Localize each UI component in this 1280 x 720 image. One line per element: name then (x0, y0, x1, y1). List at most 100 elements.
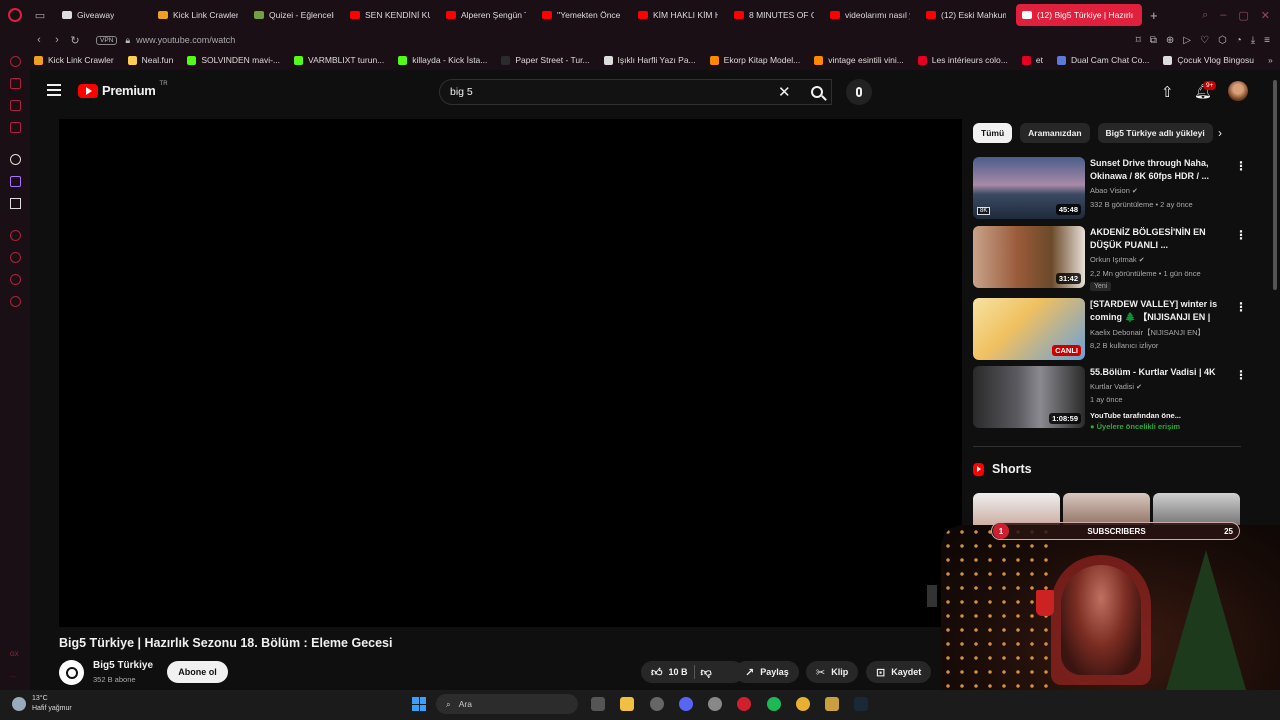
new-tab-button[interactable]: + (1150, 8, 1158, 23)
channel-name[interactable]: Big5 Türkiye (93, 660, 153, 671)
sidebar-twitch-icon[interactable] (10, 176, 21, 187)
chips-next-chevron-icon[interactable]: › (1218, 126, 1222, 140)
video-thumbnail[interactable]: 8K 45:48 (973, 157, 1085, 219)
clear-search-icon[interactable]: ✕ (778, 83, 791, 101)
snapshot-icon[interactable]: ⧉ (1150, 35, 1157, 46)
more-actions-kebab-icon[interactable]: ⋮ (1235, 368, 1247, 382)
bookmark-item[interactable]: SOLVINDEN mavi-... (187, 55, 280, 65)
voice-search-button[interactable] (846, 79, 872, 105)
bookmark-item[interactable]: Işıklı Harfli Yazı Pa... (603, 55, 696, 65)
url-field[interactable]: www.youtube.com/watch (136, 35, 235, 45)
browser-tab[interactable]: SEN KENDİNİ KU (344, 4, 436, 26)
windows-start-icon[interactable] (412, 697, 426, 711)
browser-tab[interactable]: Giveaway (56, 4, 148, 26)
bookmark-item[interactable]: killayda - Kick İsta... (398, 55, 487, 65)
sidebar-settings-icon[interactable] (10, 296, 21, 307)
weather-widget[interactable]: 13°C Hafif yağmur (12, 694, 72, 714)
bookmark-item[interactable]: Çocuk Vlog Bingosu (1163, 55, 1254, 65)
chrome-icon[interactable] (796, 697, 810, 711)
recommended-video[interactable]: 8K 45:48 Sunset Drive through Naha, Okinaw… (973, 157, 1253, 221)
app-icon[interactable] (708, 697, 722, 711)
browser-tab[interactable]: (12) Eski Mahkum (920, 4, 1012, 26)
create-upload-icon[interactable]: ⇧ (1161, 83, 1174, 101)
bookmark-item[interactable]: vintage esintili vini... (814, 55, 904, 65)
browser-tab[interactable]: (12) Big5 Türkiye | Hazırlı (1016, 4, 1142, 26)
filter-chip[interactable]: Aramanızdan (1020, 123, 1090, 143)
browser-tab[interactable]: Quizei - Eğlenceli (248, 4, 340, 26)
bookmark-item[interactable]: Dual Cam Chat Co... (1056, 55, 1149, 65)
channel-avatar[interactable] (59, 660, 84, 685)
bookmarks-more-chevron-icon[interactable]: » (1268, 55, 1280, 65)
opera-gx-icon[interactable] (737, 697, 751, 711)
video-thumbnail[interactable]: 1:08:59 (973, 366, 1085, 428)
sidebar-bookmarks-icon[interactable] (10, 274, 21, 285)
reload-button[interactable]: ↻ (66, 34, 84, 47)
browser-tab[interactable]: Alperen Şengün T (440, 4, 532, 26)
bookmark-item[interactable]: et (1021, 55, 1043, 65)
filter-chip[interactable]: Tümü (973, 123, 1013, 143)
recommended-channel-name[interactable]: Kurtlar Vadisi ✔︎ (1090, 382, 1142, 391)
more-actions-kebab-icon[interactable]: ⋮ (1235, 159, 1247, 173)
recommended-video-title[interactable]: [STARDEW VALLEY] winter is coming 🌲 【NIJ… (1090, 298, 1220, 324)
recommended-video-title[interactable]: Sunset Drive through Naha, Okinawa / 8K … (1090, 157, 1220, 183)
subscribe-button[interactable]: Abone ol (167, 661, 228, 683)
hamburger-menu-icon[interactable] (47, 84, 61, 96)
close-window-button[interactable]: ✕ (1261, 9, 1270, 22)
browser-tab[interactable]: Kick Link Crawler (152, 4, 244, 26)
filter-chip[interactable]: Big5 Türkiye adlı yükleyi (1097, 123, 1213, 143)
recommended-channel-name[interactable]: Abao Vision ✔︎ (1090, 186, 1138, 195)
recommended-channel-name[interactable]: Orkun Işıtmak ✔︎ (1090, 255, 1145, 264)
download-icon[interactable]: ⤓ (1251, 35, 1255, 46)
sidebar-messenger-icon[interactable] (10, 56, 21, 67)
back-button[interactable]: ‹ (30, 34, 48, 46)
browser-tab[interactable]: KİM HAKLI KİM H (632, 4, 724, 26)
more-actions-kebab-icon[interactable]: ⋮ (1235, 300, 1247, 314)
cube-icon[interactable]: ⬡ (1218, 35, 1227, 46)
bookmark-item[interactable]: Paper Street - Tur... (501, 55, 590, 65)
share-button[interactable]: ↗ Paylaş (735, 661, 799, 683)
steam-icon[interactable] (854, 697, 868, 711)
bookmark-item[interactable]: Les intérieurs colo... (917, 55, 1008, 65)
search-button[interactable] (800, 79, 834, 105)
clip-button[interactable]: ✂ Klip (806, 661, 859, 683)
bookmark-item[interactable]: Neal.fun (127, 55, 173, 65)
tab-overview-icon[interactable]: ▭ (30, 0, 50, 30)
task-view-icon[interactable] (591, 697, 605, 711)
video-thumbnail[interactable]: CANLI (973, 298, 1085, 360)
recommended-channel-name[interactable]: Kaelix Debonair【NIJISANJI EN】 (1090, 327, 1205, 338)
more-actions-kebab-icon[interactable]: ⋮ (1235, 228, 1247, 242)
bookmark-item[interactable]: Kick Link Crawler (34, 55, 114, 65)
sidebar-more-icon[interactable]: ··· (10, 674, 16, 680)
vpn-badge[interactable]: VPN (96, 35, 118, 45)
youtube-logo[interactable]: Premium TR (78, 81, 168, 98)
sidebar-history-icon[interactable] (10, 252, 21, 263)
search-input[interactable] (440, 80, 760, 104)
recommended-video-title[interactable]: AKDENİZ BÖLGESİ'NİN EN DÜŞÜK PUANLI ... (1090, 226, 1220, 252)
save-button[interactable]: ⊡ Kaydet (866, 661, 932, 683)
file-explorer-icon[interactable] (620, 697, 634, 711)
browser-tab[interactable]: 8 MINUTES OF G (728, 4, 820, 26)
sidebar-music-icon[interactable] (10, 122, 21, 133)
bookmark-page-icon[interactable]: ⌑ (1136, 35, 1141, 46)
recommended-video[interactable]: CANLI [STARDEW VALLEY] winter is coming 🌲… (973, 298, 1253, 362)
menu-icon[interactable]: ≡ (1264, 35, 1270, 46)
opera-logo-icon[interactable] (0, 0, 30, 30)
heart-icon[interactable]: ♡ (1200, 35, 1209, 46)
account-avatar[interactable] (1228, 81, 1248, 101)
sidebar-player-icon[interactable] (10, 230, 21, 241)
forward-button[interactable]: › (48, 34, 66, 46)
video-thumbnail[interactable]: 31:42 (973, 226, 1085, 288)
scroll-thumb[interactable] (1273, 80, 1277, 290)
bookmark-item[interactable]: Ekorp Kitap Model... (709, 55, 800, 65)
spotify-icon[interactable] (767, 697, 781, 711)
player-icon[interactable]: ▷ (1183, 35, 1191, 46)
recommended-video-title[interactable]: 55.Bölüm - Kurtlar Vadisi | 4K (1090, 366, 1220, 379)
video-player[interactable] (59, 119, 962, 627)
like-icon[interactable]: 👍︎ (651, 666, 663, 679)
sidebar-x-icon[interactable] (10, 198, 21, 209)
recommended-video[interactable]: 1:08:59 55.Bölüm - Kurtlar Vadisi | 4K Kur… (973, 366, 1253, 431)
sidebar-gx-icon[interactable]: GX (10, 652, 19, 658)
profile-icon[interactable]: ◔ (1236, 35, 1242, 46)
settings-gear-icon[interactable] (650, 697, 664, 711)
taskbar-search[interactable]: ⌕ Ara (436, 694, 578, 714)
